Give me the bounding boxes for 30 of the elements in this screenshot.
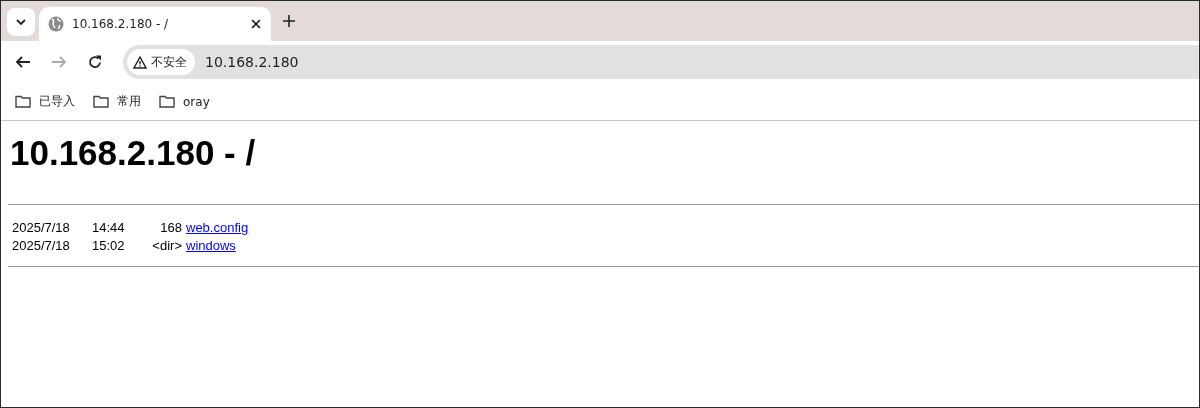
reload-icon: [87, 54, 103, 70]
tab-title: 10.168.2.180 - /: [72, 17, 170, 31]
browser-tab[interactable]: 10.168.2.180 - /: [39, 7, 271, 41]
entry-time: 15:02: [92, 237, 126, 255]
folder-icon: [159, 95, 175, 108]
entry-date: 2025/7/18: [12, 219, 71, 237]
warning-icon: [133, 55, 147, 69]
file-link[interactable]: web.config: [186, 219, 249, 237]
bookmark-item[interactable]: 常用: [85, 89, 149, 114]
close-icon: [251, 19, 261, 29]
folder-icon: [15, 95, 31, 108]
bookmark-item[interactable]: oray: [151, 90, 218, 113]
globe-icon: [48, 16, 64, 32]
entry-date: 2025/7/18: [12, 237, 71, 255]
file-link[interactable]: windows: [186, 237, 236, 255]
forward-arrow-icon: [51, 54, 67, 70]
entry-size: 168: [159, 219, 183, 237]
folder-icon: [93, 95, 109, 108]
tab-list-button[interactable]: [7, 7, 35, 36]
entry-size: <dir>: [151, 237, 183, 255]
back-arrow-icon: [15, 54, 31, 70]
security-chip[interactable]: 不安全: [127, 49, 195, 75]
close-tab-button[interactable]: [251, 19, 261, 29]
url-text: 10.168.2.180: [205, 54, 299, 70]
entry-time: 14:44: [92, 219, 126, 237]
page-heading: 10.168.2.180 - /: [10, 133, 257, 173]
bookmark-item[interactable]: 已导入: [7, 89, 83, 114]
address-bar[interactable]: 不安全 10.168.2.180: [123, 45, 1199, 79]
plus-icon: [283, 15, 295, 27]
caret-icon: [16, 18, 26, 25]
